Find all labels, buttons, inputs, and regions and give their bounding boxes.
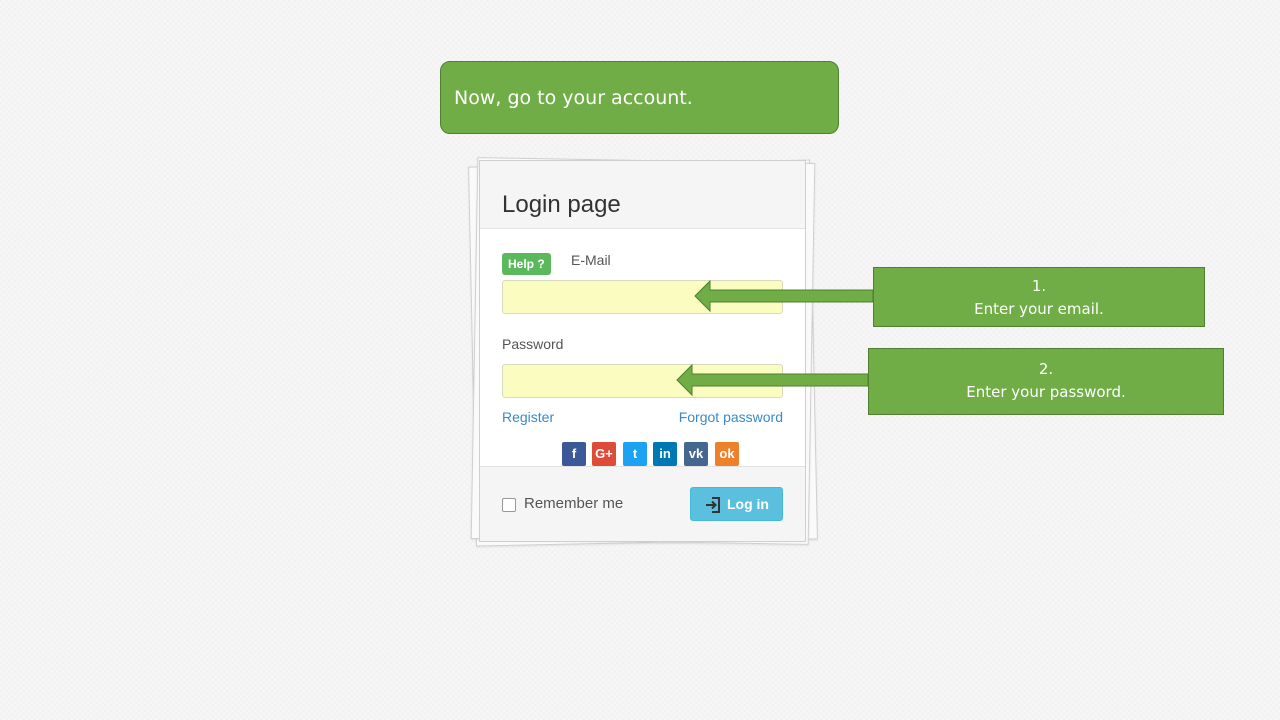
step-1-text: Enter your email.: [974, 300, 1104, 318]
step-2-number: 2.: [1038, 360, 1054, 378]
step-2-text: Enter your password.: [966, 383, 1126, 401]
step-2-callout: 2. Enter your password.: [868, 348, 1224, 415]
step-1-callout: 1. Enter your email.: [873, 267, 1205, 327]
step-1-number: 1.: [1031, 277, 1047, 295]
